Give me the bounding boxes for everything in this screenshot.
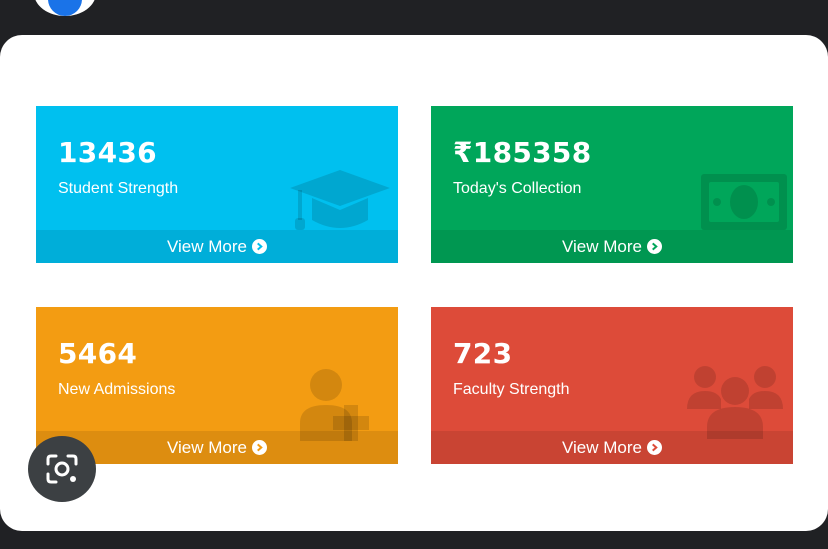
arrow-circle-right-icon [252,440,267,455]
card-label: Student Strength [58,180,179,197]
view-more-label: View More [562,437,642,457]
card-value: ₹185358 [453,136,592,169]
todays-collection-card: ₹185358 Today's Collection View More [431,106,793,263]
arrow-circle-right-icon [647,239,662,254]
google-lens-icon [46,454,78,484]
faculty-strength-view-more[interactable]: View More [431,431,793,464]
user-plus-icon [300,369,369,441]
arrow-circle-right-icon [647,440,662,455]
account-avatar[interactable] [34,0,96,16]
users-icon [687,366,783,439]
card-value: 5464 [58,337,138,370]
card-label: Today's Collection [453,180,582,197]
student-strength-view-more[interactable]: View More [36,230,398,263]
card-label: Faculty Strength [453,381,570,398]
todays-collection-view-more[interactable]: View More [431,230,793,263]
money-icon [701,174,787,230]
view-more-label: View More [167,236,247,256]
graduation-cap-icon [290,170,390,230]
google-lens-button[interactable] [28,436,96,502]
card-value: 723 [453,337,513,370]
new-admissions-card: 5464 New Admissions View More [36,307,398,464]
view-more-label: View More [167,437,247,457]
card-label: New Admissions [58,381,176,398]
arrow-circle-right-icon [252,239,267,254]
faculty-strength-card: 723 Faculty Strength View More [431,307,793,464]
view-more-label: View More [562,236,642,256]
card-value: 13436 [58,136,157,169]
student-strength-card: 13436 Student Strength View More [36,106,398,263]
